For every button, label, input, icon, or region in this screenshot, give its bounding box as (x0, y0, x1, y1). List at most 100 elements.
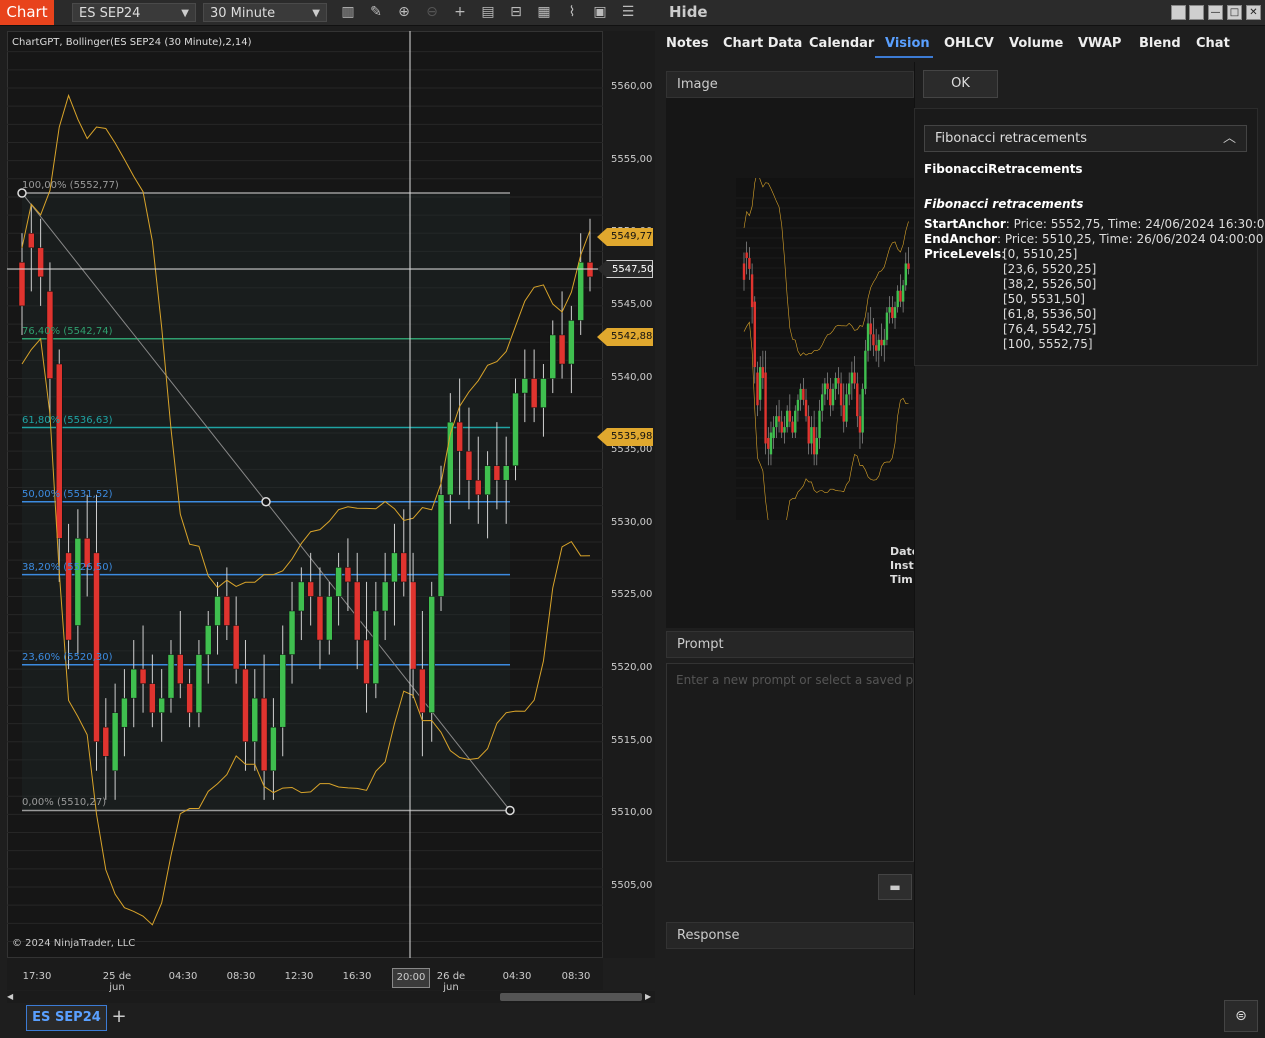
price-tick-label: 5560,00 (611, 81, 653, 92)
strategies-icon[interactable]: ⌇ (562, 3, 582, 22)
data-box-icon[interactable]: ☰ (618, 3, 638, 22)
tile-icon[interactable] (1189, 5, 1204, 20)
tab-chart-data[interactable]: Chart Data (723, 36, 802, 51)
thumbnail-candle (904, 263, 908, 286)
instrument-select[interactable]: ES SEP24 ▼ (72, 3, 196, 22)
zoom-in-icon[interactable]: ⊕ (394, 3, 414, 22)
thumbnail-candle (872, 334, 875, 346)
thumbnail-candle (764, 372, 767, 444)
thumbnail-candle (745, 252, 748, 258)
candle-body (530, 378, 538, 408)
interval-select[interactable]: 30 Minute ▼ (203, 3, 327, 22)
fib-level-label: 0,00% (5510,27) (22, 797, 107, 809)
tab-notes[interactable]: Notes (666, 36, 709, 51)
price-tick-label: 5540,00 (611, 371, 653, 383)
tab-blend[interactable]: Blend (1139, 36, 1181, 51)
crosshair-icon[interactable]: + (450, 3, 470, 22)
tab-volume[interactable]: Volume (1009, 36, 1063, 51)
hide-button[interactable]: Hide (669, 0, 708, 25)
price-marker: 5542,88 (597, 328, 653, 346)
start-anchor-value: : Price: 5552,75, Time: 24/06/2024 16:30… (1005, 217, 1265, 231)
maximize-icon[interactable]: □ (1227, 5, 1242, 20)
image-header[interactable]: Image (666, 71, 914, 98)
scroll-right-icon[interactable]: ▶ (645, 992, 653, 1002)
scroll-left-icon[interactable]: ◀ (7, 992, 15, 1002)
candle-body (381, 581, 389, 612)
templates-icon[interactable]: ⊟ (506, 3, 526, 22)
drawing-tool-icon[interactable]: ✎ (366, 3, 386, 22)
thumbnail-candle (885, 312, 889, 340)
candle-body (288, 610, 296, 655)
thumbnail-candle (815, 438, 819, 455)
candle-body (279, 654, 286, 728)
drawing-object-select[interactable]: Fibonacci retracements ︿ (924, 125, 1247, 152)
candle-body (475, 479, 482, 496)
response-header[interactable]: Response (666, 922, 914, 949)
prompt-header[interactable]: Prompt (666, 631, 914, 658)
chevron-down-icon: ▼ (181, 8, 189, 19)
thumbnail-candle (772, 427, 775, 438)
tab-calendar[interactable]: Calendar (809, 36, 874, 51)
thumbnail-candle (761, 367, 765, 378)
tab-chat[interactable]: Chat (1196, 36, 1230, 51)
minimize-icon[interactable]: — (1208, 5, 1223, 20)
candle-body (298, 581, 305, 612)
thumbnail-candle (869, 323, 872, 335)
zoom-out-icon[interactable]: ⊖ (422, 3, 442, 22)
chart-title: ChartGPT, Bollinger(ES SEP24 (30 Minute)… (12, 37, 252, 48)
active-tab-indicator (875, 56, 933, 58)
candle-body (353, 581, 361, 641)
tab-es-sep24[interactable]: ES SEP24 (26, 1005, 107, 1031)
prompt-input[interactable] (666, 663, 914, 862)
thumbnail-candle (847, 383, 851, 395)
scroll-thumb[interactable] (500, 993, 642, 1001)
price-level-item: [50, 5531,50] (1003, 292, 1085, 306)
price-level-item: [0, 5510,25] (1003, 247, 1078, 261)
time-tick-label: 26 de jun (436, 971, 466, 993)
thumbnail-candle (753, 301, 756, 368)
thumbnail-candle (823, 383, 827, 395)
properties-icon[interactable]: ▤ (478, 3, 498, 22)
close-icon[interactable]: ✕ (1246, 5, 1261, 20)
thumbnail-candle (842, 405, 845, 422)
bar-type-icon[interactable]: ▥ (338, 3, 358, 22)
candle-body (568, 320, 575, 365)
thumbnail-candle (748, 258, 751, 269)
candle-body (400, 552, 408, 583)
instrument-value: ES SEP24 (79, 6, 141, 21)
lock-button[interactable]: ⊜ (1224, 1000, 1258, 1032)
interval-value: 30 Minute (210, 6, 276, 21)
chevron-up-icon: ︿ (1222, 131, 1236, 146)
tab-vision[interactable]: Vision (885, 36, 930, 51)
ok-button[interactable]: OK (923, 70, 998, 98)
saved-prompts-button[interactable]: ▬ (878, 874, 912, 900)
chart-trader-icon[interactable]: ▣ (590, 3, 610, 22)
price-axis[interactable] (603, 31, 655, 958)
indicators-icon[interactable]: ▦ (534, 3, 554, 22)
price-levels-key: PriceLevels (924, 247, 1002, 261)
thumbnail-candle (807, 416, 810, 444)
candle-body (74, 538, 82, 626)
thumbnail-candle (783, 427, 786, 433)
chart-thumbnail (736, 178, 914, 520)
candle-body (223, 596, 231, 626)
candle-body (326, 596, 333, 641)
tab-vwap[interactable]: VWAP (1078, 36, 1121, 51)
thumbnail-candle (821, 394, 824, 411)
candle-body (251, 697, 259, 742)
add-tab-button[interactable]: + (110, 1008, 128, 1026)
fib-level-label: 100,00% (5552,77) (22, 180, 119, 192)
tile-icon[interactable] (1171, 5, 1186, 20)
time-tick-label: 04:30 (168, 971, 198, 982)
candle-body (204, 625, 212, 655)
candle-body (139, 668, 147, 684)
time-tick-label: 12:30 (284, 971, 314, 982)
thumbnail-candle (780, 421, 783, 433)
thumbnail-candle (837, 378, 840, 384)
thumbnail-candle (785, 410, 789, 428)
prompt-placeholder: Enter a new prompt or select a saved pr (676, 673, 919, 687)
drawing-object-value: Fibonacci retracements (935, 131, 1087, 146)
fib-level-label: 76,40% (5542,74) (22, 325, 113, 337)
chart-tab[interactable]: Chart (0, 0, 54, 25)
tab-ohlcv[interactable]: OHLCV (944, 36, 994, 51)
